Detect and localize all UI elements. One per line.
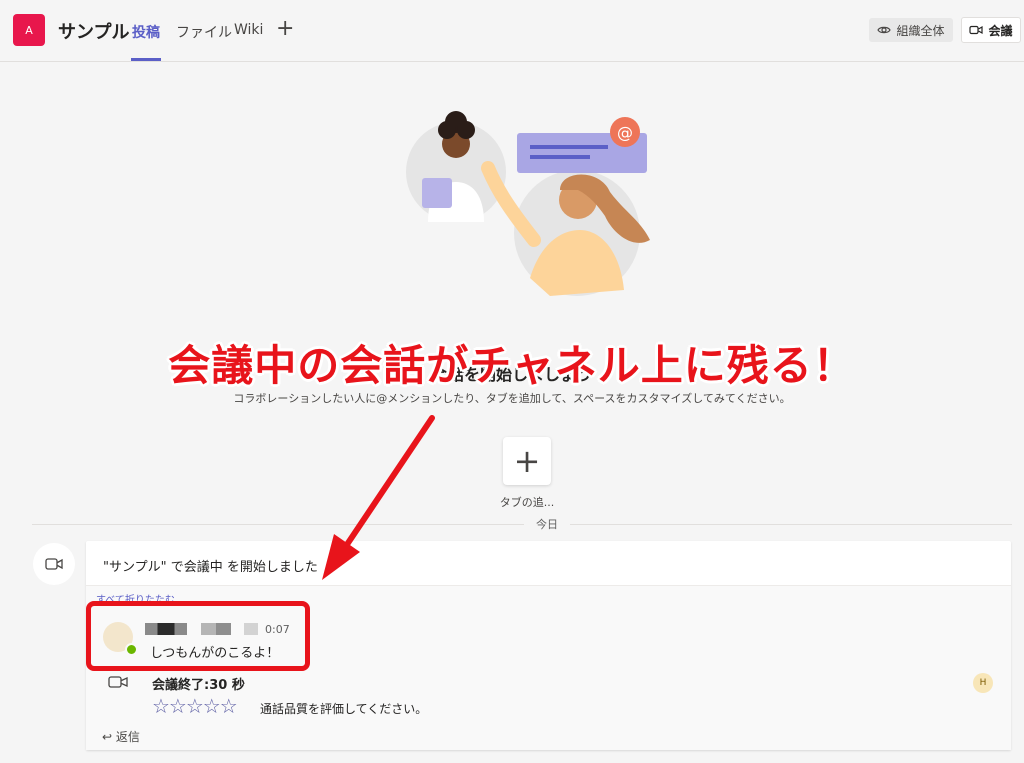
- annotation-highlight-box: [86, 601, 310, 671]
- reply-label: 返信: [115, 730, 140, 744]
- post-title: "サンプル" で会議中 を開始しました: [103, 560, 318, 575]
- channel-header: A サンプル 投稿 ファイル Wiki + 組織全体 会議: [0, 0, 1024, 62]
- post-header: "サンプル" で会議中 を開始しました: [86, 541, 1011, 586]
- org-wide-button[interactable]: 組織全体: [869, 18, 953, 42]
- add-tab-tile[interactable]: +: [503, 437, 551, 485]
- meeting-post-icon: [33, 543, 75, 585]
- svg-text:@: @: [617, 123, 633, 142]
- welcome-illustration: @: [406, 111, 650, 296]
- video-camera-icon: [45, 558, 63, 570]
- tab-posts[interactable]: 投稿: [132, 22, 160, 42]
- meeting-ended-label: 会議終了:30 秒: [152, 678, 245, 693]
- reply-button[interactable]: ↩ 返信: [102, 728, 140, 745]
- participant-avatar[interactable]: H: [973, 673, 993, 693]
- channel-name: サンプル: [58, 22, 130, 43]
- call-quality-stars[interactable]: ☆☆☆☆☆: [152, 696, 238, 716]
- tab-files[interactable]: ファイル: [176, 22, 232, 42]
- day-divider: [32, 524, 1012, 525]
- active-tab-indicator: [131, 58, 161, 61]
- eye-icon: [877, 26, 892, 34]
- add-tab-tile-label: タブの追...: [499, 496, 555, 509]
- reply-arrow-icon: ↩: [102, 730, 113, 744]
- plus-icon: +: [513, 442, 541, 480]
- add-tab-button[interactable]: +: [276, 18, 294, 40]
- org-wide-label: 組織全体: [896, 23, 945, 38]
- video-camera-icon: [969, 25, 984, 35]
- meet-button[interactable]: 会議: [961, 17, 1021, 43]
- team-avatar[interactable]: A: [13, 14, 45, 46]
- video-camera-icon: [108, 676, 128, 688]
- annotation-caption: 会議中の会話がチャネル上に残る！: [168, 341, 856, 390]
- rate-call-quality-text: 通話品質を評価してください。: [260, 702, 428, 716]
- day-divider-label: 今日: [524, 516, 570, 532]
- tab-wiki[interactable]: Wiki: [234, 22, 263, 38]
- meet-label: 会議: [988, 23, 1013, 38]
